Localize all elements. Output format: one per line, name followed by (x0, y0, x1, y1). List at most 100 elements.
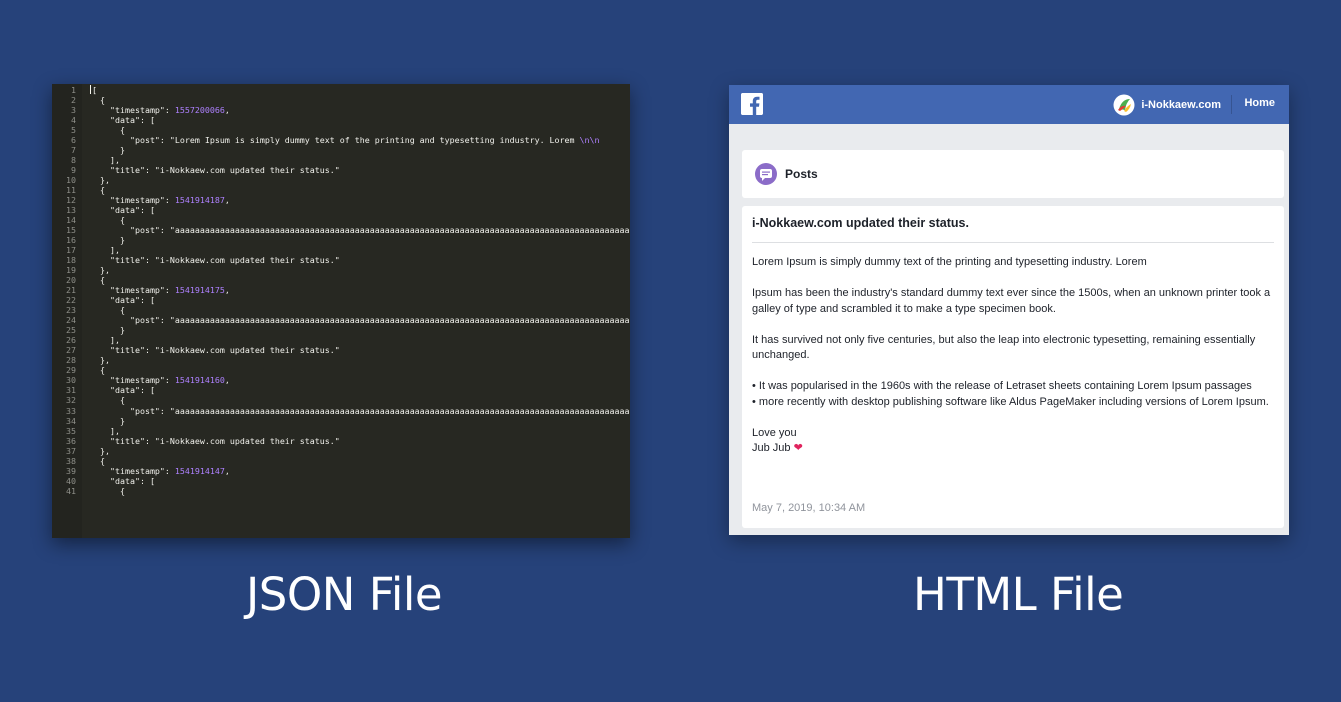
line-number: 5 (71, 125, 76, 136)
code-text: "timestamp": 1541914147, (76, 466, 230, 476)
code-token: "data": [ (90, 115, 155, 126)
code-token-num: 1541914175 (174, 285, 225, 296)
code-token: , (224, 195, 230, 206)
home-link[interactable]: Home (1244, 97, 1275, 109)
code-line: 36 "title": "i-Nokkaew.com updated their… (52, 436, 630, 446)
code-lines: 1[2 {3 "timestamp": 1557200066, 4 "data":… (52, 84, 630, 496)
line-number: 27 (66, 345, 76, 356)
code-text: } (76, 235, 125, 245)
line-number: 31 (66, 385, 76, 396)
code-token: } (90, 325, 125, 336)
line-number: 12 (66, 195, 76, 206)
line-number: 14 (66, 215, 76, 226)
code-line: 2 { (52, 95, 630, 105)
code-text: "data": [ (76, 115, 155, 125)
line-number: 30 (66, 375, 76, 386)
code-line: 34 } (52, 416, 630, 426)
code-token: { (90, 185, 105, 196)
html-file-caption: HTML File (913, 568, 1124, 621)
line-number: 15 (66, 225, 76, 236)
code-text: "post": "Lorem Ipsum is simply dummy tex… (76, 135, 600, 145)
code-token: ], (90, 425, 120, 436)
line-number: 3 (71, 105, 76, 116)
code-text: { (76, 365, 105, 375)
code-token: "post": "aaaaaaaaaaaaaaaaaaaaaaaaaaaaaaa… (90, 405, 630, 416)
posts-icon (755, 163, 777, 185)
status-post-card: i-Nokkaew.com updated their status. Lore… (742, 206, 1284, 528)
line-number: 8 (71, 155, 76, 166)
code-text: } (76, 325, 125, 335)
line-number: 10 (66, 175, 76, 186)
code-token: "data": [ (90, 385, 155, 396)
signoff-line: Love you (752, 426, 797, 439)
code-token: , (224, 105, 230, 116)
code-token: "title": "i-Nokkaew.com updated their st… (90, 435, 340, 446)
code-line: 32 { (52, 395, 630, 405)
post-title: i-Nokkaew.com updated their status. (752, 216, 969, 230)
code-text: "timestamp": 1541914187, (76, 195, 230, 205)
code-token: "timestamp": (90, 285, 175, 296)
code-line: 3 "timestamp": 1557200066, (52, 105, 630, 115)
code-text: } (76, 416, 125, 426)
code-line: 9 "title": "i-Nokkaew.com updated their … (52, 165, 630, 175)
code-line: 13 "data": [ (52, 205, 630, 215)
post-timestamp[interactable]: May 7, 2019, 10:34 AM (752, 502, 865, 514)
code-token-esc: \n\n (579, 135, 600, 146)
line-number: 22 (66, 295, 76, 306)
code-text: "data": [ (76, 295, 155, 305)
code-line: 22 "data": [ (52, 295, 630, 305)
code-token: "data": [ (90, 205, 155, 216)
code-token: }, (90, 355, 110, 366)
code-line: 30 "timestamp": 1541914160, (52, 375, 630, 385)
code-token: "title": "i-Nokkaew.com updated their st… (90, 255, 340, 266)
code-token: "post": "Lorem Ipsum is simply dummy tex… (90, 135, 580, 146)
post-body: Lorem Ipsum is simply dummy text of the … (752, 255, 1277, 472)
code-token: } (90, 415, 125, 426)
code-line: 5 { (52, 125, 630, 135)
code-token: { (90, 275, 105, 286)
code-token: "post": "aaaaaaaaaaaaaaaaaaaaaaaaaaaaaaa… (90, 225, 630, 236)
code-line: 18 "title": "i-Nokkaew.com updated their… (52, 255, 630, 265)
code-line: 12 "timestamp": 1541914187, (52, 195, 630, 205)
code-editor[interactable]: 1[2 {3 "timestamp": 1557200066, 4 "data":… (52, 84, 630, 538)
code-text: { (76, 275, 105, 285)
code-line: 29 { (52, 365, 630, 375)
code-text: { (76, 215, 125, 225)
code-line: 26 ], (52, 335, 630, 345)
line-number: 39 (66, 465, 76, 476)
code-line: 11 { (52, 185, 630, 195)
code-text: } (76, 145, 125, 155)
code-text: "post": "aaaaaaaaaaaaaaaaaaaaaaaaaaaaaaa… (76, 406, 630, 416)
line-number: 26 (66, 335, 76, 346)
code-token: } (90, 145, 125, 156)
code-token: { (90, 365, 105, 376)
code-line: 21 "timestamp": 1541914175, (52, 285, 630, 295)
line-number: 4 (71, 115, 76, 126)
code-text: "title": "i-Nokkaew.com updated their st… (76, 345, 340, 355)
profile-link[interactable]: i-Nokkaew.com (1113, 94, 1221, 116)
code-line: 31 "data": [ (52, 385, 630, 395)
code-text: { (76, 395, 125, 405)
post-signoff: Love you Jub Jub ❤ (752, 426, 1277, 457)
post-paragraph: It has survived not only five centuries,… (752, 333, 1256, 362)
code-token: "title": "i-Nokkaew.com updated their st… (90, 165, 340, 176)
code-token: "timestamp": (90, 105, 175, 116)
line-number: 36 (66, 435, 76, 446)
line-number: 6 (71, 135, 76, 146)
code-text: "post": "aaaaaaaaaaaaaaaaaaaaaaaaaaaaaaa… (76, 225, 630, 235)
code-text: }, (76, 265, 110, 275)
line-number: 1 (71, 85, 76, 95)
code-line: 6 "post": "Lorem Ipsum is simply dummy t… (52, 135, 630, 145)
code-token: { (90, 455, 105, 466)
code-line: 41 { (52, 486, 630, 496)
code-token: , (224, 285, 230, 296)
code-text: "title": "i-Nokkaew.com updated their st… (76, 165, 340, 175)
post-bullets: • It was popularised in the 1960s with t… (752, 379, 1277, 410)
line-number: 7 (71, 145, 76, 156)
line-number: 25 (66, 325, 76, 336)
posts-header-card: Posts (742, 150, 1284, 198)
code-text: "title": "i-Nokkaew.com updated their st… (76, 255, 340, 265)
top-bar: i-Nokkaew.com Home (729, 85, 1289, 124)
code-token-num: 1541914187 (174, 195, 225, 206)
facebook-logo-icon[interactable] (741, 93, 763, 115)
